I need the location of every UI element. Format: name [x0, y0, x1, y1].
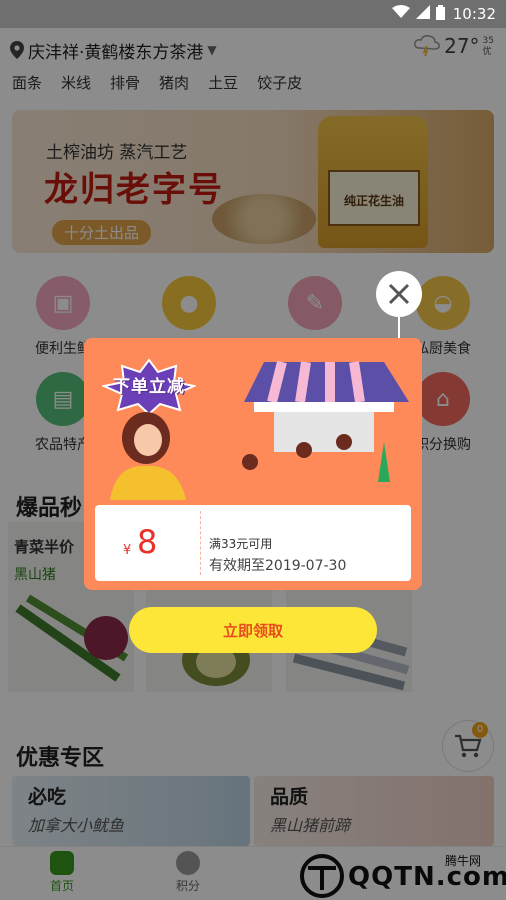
coupon-currency: ¥: [123, 543, 132, 558]
badge-text: 下单立减: [113, 377, 185, 397]
woman-illustration: [110, 412, 186, 500]
coupon-card[interactable]: ¥ 8 满33元可用 有效期至2019-07-30: [95, 505, 411, 581]
signal-icon: [415, 5, 430, 23]
coupon-condition: 满33元可用: [209, 537, 273, 551]
claim-coupon-button[interactable]: 立即领取: [129, 607, 377, 653]
coupon-divider: [200, 511, 201, 575]
close-icon: [388, 283, 410, 305]
coupon-popup: 下单立减 ¥ 8 满33元可用 有效期至2019-07-30: [84, 338, 422, 590]
close-button[interactable]: [376, 271, 422, 317]
status-time: 10:32: [452, 5, 496, 23]
coupon-amount: 8: [137, 523, 158, 561]
status-bar: 10:32: [0, 0, 506, 28]
battery-icon: [435, 4, 445, 24]
market-stall-illustration: [242, 360, 409, 482]
coupon-validity: 有效期至2019-07-30: [209, 558, 347, 574]
wifi-icon: [391, 5, 410, 23]
